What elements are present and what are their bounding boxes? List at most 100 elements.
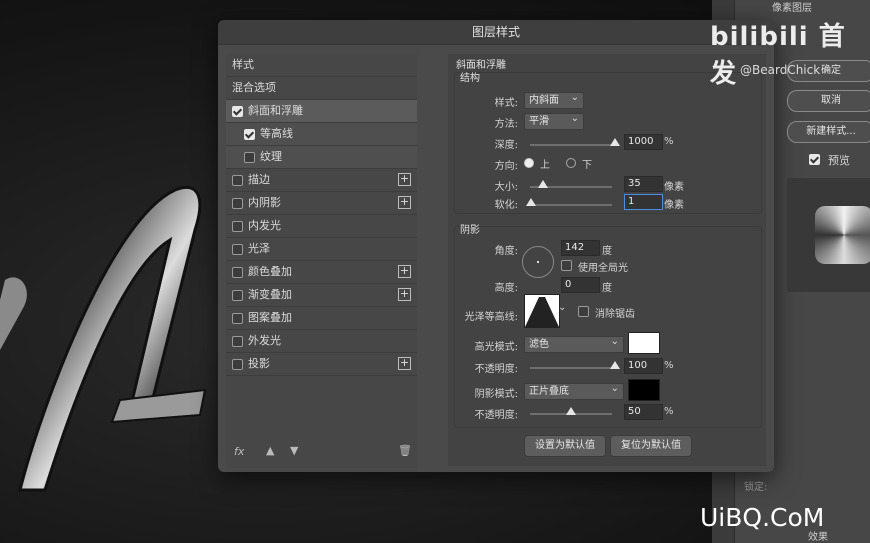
bevel-settings-panel: 斜面和浮雕 结构 样式: 内斜面 方法: 平滑 深度: 1000 % 方向: 上…	[448, 54, 766, 466]
style-item-checkbox[interactable]	[232, 267, 243, 278]
style-item[interactable]: 描边 +	[226, 169, 417, 192]
reset-default-button[interactable]: 复位为默认值	[610, 435, 692, 457]
altitude-unit: 度	[602, 283, 612, 294]
highlight-opacity-thumb[interactable]	[610, 361, 620, 369]
direction-down-radio[interactable]	[566, 158, 576, 168]
soften-slider[interactable]	[530, 204, 612, 206]
soften-field[interactable]: 1	[624, 194, 663, 210]
style-item-checkbox[interactable]	[232, 106, 243, 117]
soften-slider-thumb[interactable]	[526, 198, 536, 206]
shadow-color-swatch[interactable]	[628, 379, 660, 401]
style-item-checkbox[interactable]	[232, 336, 243, 347]
style-item[interactable]: 斜面和浮雕	[226, 100, 417, 123]
style-item-checkbox[interactable]	[232, 290, 243, 301]
style-item-label: 描边	[248, 173, 270, 186]
style-item-checkbox[interactable]	[232, 359, 243, 370]
style-item[interactable]: 内发光	[226, 215, 417, 238]
trash-icon[interactable]: 🗑	[398, 444, 412, 457]
move-down-icon[interactable]: ▼	[290, 444, 298, 457]
depth-slider-thumb[interactable]	[610, 138, 620, 146]
add-effect-icon[interactable]: +	[398, 265, 411, 278]
preview-checkbox[interactable]	[809, 154, 820, 165]
style-item-label: 颜色叠加	[248, 265, 292, 278]
global-light-label: 使用全局光	[578, 263, 628, 274]
style-item-label: 纹理	[260, 150, 282, 163]
direction-down-label: 下	[582, 160, 592, 171]
depth-unit: %	[664, 136, 674, 147]
style-label: 样式:	[494, 98, 518, 109]
technique-dropdown[interactable]: 平滑	[524, 111, 584, 130]
technique-label: 方法:	[494, 119, 518, 130]
angle-dial-center	[537, 261, 539, 263]
fx-icon[interactable]: fx	[234, 445, 244, 458]
add-effect-icon[interactable]: +	[398, 196, 411, 209]
add-effect-icon[interactable]: +	[398, 288, 411, 301]
lock-label: 锁定:	[744, 482, 768, 493]
bevel-style-dropdown[interactable]: 内斜面	[524, 90, 584, 109]
depth-field[interactable]: 1000	[624, 134, 663, 150]
style-item-checkbox[interactable]	[232, 244, 243, 255]
style-list: 样式 混合选项 斜面和浮雕 等高线 纹理 描边 + 内阴影 + 内发光 光泽 颜色叠加 + 渐变叠加 +…	[226, 54, 417, 468]
style-item[interactable]: 等高线	[226, 123, 417, 146]
style-item[interactable]: 内阴影 +	[226, 192, 417, 215]
style-item-label: 内阴影	[248, 196, 281, 209]
structure-title: 结构	[460, 73, 480, 84]
style-item-checkbox[interactable]	[232, 313, 243, 324]
contour-dropdown-icon[interactable]: ⌄	[558, 302, 566, 313]
highlight-mode-dropdown[interactable]: 滤色	[524, 334, 624, 353]
shadow-opacity-label: 不透明度:	[474, 410, 518, 421]
style-item[interactable]: 光泽	[226, 238, 417, 261]
highlight-mode-label: 高光模式:	[474, 342, 518, 353]
shadow-mode-label: 阴影模式:	[474, 389, 518, 400]
shadow-opacity-field[interactable]: 50	[624, 404, 663, 420]
make-default-button[interactable]: 设置为默认值	[524, 435, 606, 457]
angle-field[interactable]: 142	[561, 240, 600, 256]
style-item-label: 等高线	[260, 127, 293, 140]
altitude-field[interactable]: 0	[561, 277, 600, 293]
add-effect-icon[interactable]: +	[398, 173, 411, 186]
style-item[interactable]: 颜色叠加 +	[226, 261, 417, 284]
angle-dial[interactable]	[522, 246, 554, 278]
move-up-icon[interactable]: ▲	[266, 444, 274, 457]
style-item[interactable]: 外发光	[226, 330, 417, 353]
depth-slider[interactable]	[530, 144, 612, 146]
style-item[interactable]: 纹理	[226, 146, 417, 169]
highlight-color-swatch[interactable]	[628, 332, 660, 354]
blending-options[interactable]: 混合选项	[226, 77, 417, 100]
antialias-checkbox[interactable]	[578, 306, 589, 317]
shadow-mode-dropdown[interactable]: 正片叠底	[524, 381, 624, 400]
antialias-label: 消除锯齿	[595, 309, 635, 320]
preview-label: 预览	[828, 154, 850, 167]
bilibili-watermark: bilibili 首发	[710, 22, 846, 89]
style-item-label: 图案叠加	[248, 311, 292, 324]
highlight-opacity-field[interactable]: 100	[624, 358, 663, 374]
preview-swatch	[815, 206, 870, 264]
author-handle: @BeardChick	[740, 63, 821, 77]
style-item[interactable]: 投影 +	[226, 353, 417, 376]
shadow-opacity-thumb[interactable]	[566, 407, 576, 415]
add-effect-icon[interactable]: +	[398, 357, 411, 370]
size-field[interactable]: 35	[624, 176, 663, 192]
size-slider-thumb[interactable]	[538, 180, 548, 188]
highlight-opacity-slider[interactable]	[530, 367, 612, 369]
cancel-button[interactable]: 取消	[787, 90, 870, 112]
style-item-checkbox[interactable]	[232, 221, 243, 232]
direction-label: 方向:	[494, 161, 518, 172]
highlight-opacity-unit: %	[664, 360, 674, 371]
shading-title: 阴影	[460, 225, 480, 236]
style-item-checkbox[interactable]	[232, 198, 243, 209]
size-label: 大小:	[494, 182, 518, 193]
new-style-button[interactable]: 新建样式...	[787, 121, 870, 143]
style-list-footer: fx ▲ ▼ 🗑	[226, 440, 417, 464]
size-unit: 像素	[664, 182, 684, 193]
style-item-checkbox[interactable]	[244, 129, 255, 140]
global-light-checkbox[interactable]	[561, 260, 572, 271]
style-list-header[interactable]: 样式	[226, 54, 417, 77]
gloss-contour-picker[interactable]	[524, 294, 560, 328]
style-item[interactable]: 渐变叠加 +	[226, 284, 417, 307]
style-item-checkbox[interactable]	[244, 152, 255, 163]
angle-label: 角度:	[494, 246, 518, 257]
style-item[interactable]: 图案叠加	[226, 307, 417, 330]
direction-up-radio[interactable]	[524, 158, 534, 168]
style-item-checkbox[interactable]	[232, 175, 243, 186]
